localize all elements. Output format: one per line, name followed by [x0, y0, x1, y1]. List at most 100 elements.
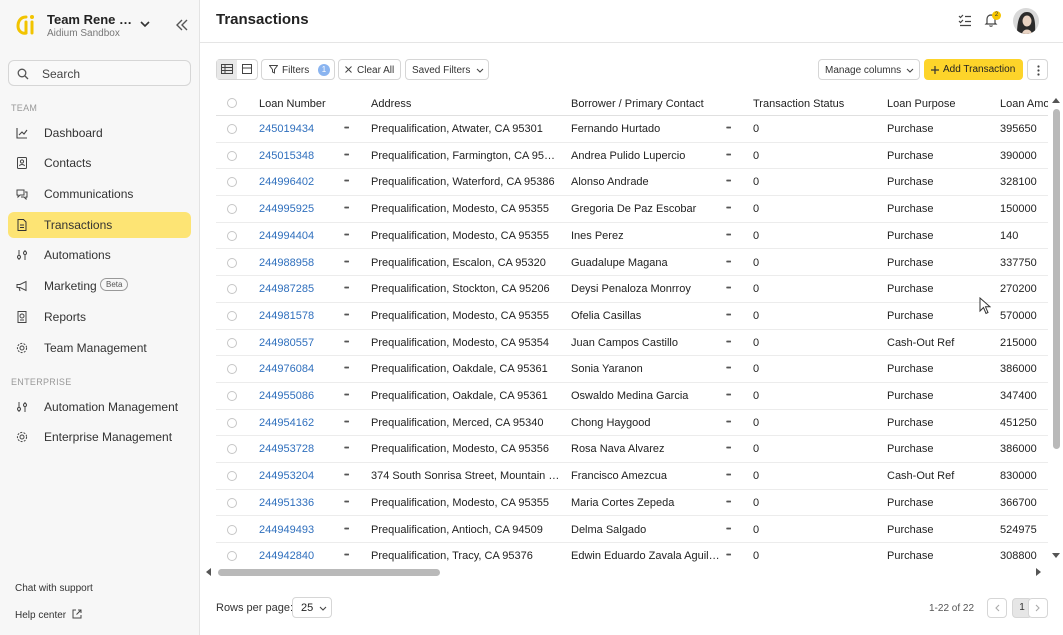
borrower-actions-icon[interactable]: ••• — [726, 552, 731, 559]
row-actions-icon[interactable]: ••• — [344, 205, 349, 212]
loan-number-link[interactable]: 244955086 — [259, 390, 314, 402]
saved-filters-dropdown[interactable]: Saved Filters — [405, 59, 489, 80]
table-row[interactable]: 244976084 ••• Prequalification, Oakdale, C… — [216, 356, 1048, 383]
row-checkbox[interactable] — [227, 230, 237, 241]
manage-columns-dropdown[interactable]: Manage columns — [818, 59, 920, 80]
loan-number-link[interactable]: 244996402 — [259, 176, 314, 188]
table-row[interactable]: 244996402 ••• Prequalification, Waterford,… — [216, 169, 1048, 197]
scroll-down-arrow-icon[interactable] — [1052, 553, 1060, 559]
borrower-actions-icon[interactable]: ••• — [726, 392, 731, 399]
table-row[interactable]: 244953728 ••• Prequalification, Modesto, C… — [216, 436, 1048, 464]
loan-number-link[interactable]: 244995925 — [259, 203, 314, 215]
more-options-button[interactable] — [1027, 59, 1048, 80]
horizontal-scroll-thumb[interactable] — [218, 569, 440, 576]
loan-number-link[interactable]: 244953728 — [259, 443, 314, 455]
card-view-button[interactable] — [237, 60, 257, 79]
table-row[interactable]: 245015348 ••• Prequalification, Farmington… — [216, 143, 1048, 170]
borrower-actions-icon[interactable]: ••• — [726, 125, 731, 132]
table-row[interactable]: 244953204 ••• 374 South Sonrisa Street, Mo… — [216, 463, 1048, 490]
table-row[interactable]: 244942840 ••• Prequalification, Tracy, CA … — [216, 543, 1048, 564]
borrower-actions-icon[interactable]: ••• — [726, 205, 731, 212]
table-row[interactable]: 244987285 ••• Prequalification, Stockton, … — [216, 276, 1048, 303]
row-checkbox[interactable] — [227, 177, 237, 188]
borrower-actions-icon[interactable]: ••• — [726, 312, 731, 319]
chevron-down-icon[interactable] — [138, 17, 152, 31]
column-header-loan-number[interactable]: Loan Number — [259, 98, 326, 110]
scroll-left-arrow-icon[interactable] — [205, 568, 211, 576]
view-toggle[interactable] — [216, 59, 258, 80]
column-header-address[interactable]: Address — [371, 98, 411, 110]
sidebar-item-communications[interactable]: Communications — [8, 181, 191, 207]
loan-number-link[interactable]: 244949493 — [259, 524, 314, 536]
loan-number-link[interactable]: 244981578 — [259, 310, 314, 322]
row-checkbox[interactable] — [227, 497, 237, 508]
rows-per-page-select[interactable]: 25 — [292, 597, 332, 618]
row-checkbox[interactable] — [227, 364, 237, 375]
sidebar-item-marketing[interactable]: Marketing Beta — [8, 273, 191, 299]
row-actions-icon[interactable]: ••• — [344, 339, 349, 346]
row-actions-icon[interactable]: ••• — [344, 499, 349, 506]
borrower-actions-icon[interactable]: ••• — [726, 339, 731, 346]
row-checkbox[interactable] — [227, 444, 237, 455]
sidebar-item-enterprise-management[interactable]: Enterprise Management — [8, 424, 191, 450]
task-list-icon[interactable] — [957, 12, 973, 28]
row-actions-icon[interactable]: ••• — [344, 152, 349, 159]
next-page-button[interactable] — [1028, 598, 1048, 618]
loan-number-link[interactable]: 244988958 — [259, 257, 314, 269]
table-row[interactable]: 244951336 ••• Prequalification, Modesto, C… — [216, 490, 1048, 517]
loan-number-link[interactable]: 244987285 — [259, 283, 314, 295]
table-row[interactable]: 244980557 ••• Prequalification, Modesto, C… — [216, 330, 1048, 357]
column-header-loan-amount[interactable]: Loan Amo — [1000, 98, 1048, 110]
borrower-actions-icon[interactable]: ••• — [726, 232, 731, 239]
row-checkbox[interactable] — [227, 337, 237, 348]
table-view-button[interactable] — [217, 60, 237, 79]
loan-number-link[interactable]: 244976084 — [259, 363, 314, 375]
help-center-link[interactable]: Help center — [15, 609, 82, 621]
row-checkbox[interactable] — [227, 524, 237, 535]
row-checkbox[interactable] — [227, 417, 237, 428]
loan-number-link[interactable]: 244951336 — [259, 497, 314, 509]
sidebar-item-automations[interactable]: Automations — [8, 242, 191, 268]
table-row[interactable]: 244994404 ••• Prequalification, Modesto, C… — [216, 223, 1048, 250]
row-actions-icon[interactable]: ••• — [344, 125, 349, 132]
row-actions-icon[interactable]: ••• — [344, 419, 349, 426]
row-actions-icon[interactable]: ••• — [344, 552, 349, 559]
row-actions-icon[interactable]: ••• — [344, 232, 349, 239]
table-row[interactable]: 244949493 ••• Prequalification, Antioch, C… — [216, 517, 1048, 544]
borrower-actions-icon[interactable]: ••• — [726, 152, 731, 159]
row-checkbox[interactable] — [227, 551, 237, 562]
table-row[interactable]: 244981578 ••• Prequalification, Modesto, C… — [216, 303, 1048, 330]
team-switcher[interactable]: Team Rene C... Aidium Sandbox — [14, 10, 194, 42]
row-checkbox[interactable] — [227, 391, 237, 401]
scroll-up-arrow-icon[interactable] — [1052, 97, 1060, 103]
row-actions-icon[interactable]: ••• — [344, 285, 349, 292]
table-row[interactable]: 244988958 ••• Prequalification, Escalon, C… — [216, 250, 1048, 277]
column-header-transaction-status[interactable]: Transaction Status — [753, 98, 844, 110]
loan-number-link[interactable]: 244954162 — [259, 417, 314, 429]
row-actions-icon[interactable]: ••• — [344, 472, 349, 479]
row-actions-icon[interactable]: ••• — [344, 392, 349, 399]
loan-number-link[interactable]: 244980557 — [259, 337, 314, 349]
prev-page-button[interactable] — [987, 598, 1007, 618]
row-checkbox[interactable] — [227, 471, 237, 482]
select-all-checkbox[interactable] — [227, 98, 237, 108]
horizontal-scrollbar[interactable] — [204, 566, 1044, 578]
loan-number-link[interactable]: 245015348 — [259, 150, 314, 162]
sidebar-item-transactions[interactable]: Transactions — [8, 212, 191, 238]
vertical-scrollbar[interactable] — [1051, 95, 1061, 563]
row-checkbox[interactable] — [227, 124, 237, 134]
row-checkbox[interactable] — [227, 310, 237, 321]
sidebar-item-team-management[interactable]: Team Management — [8, 335, 191, 361]
borrower-actions-icon[interactable]: ••• — [726, 365, 731, 372]
row-actions-icon[interactable]: ••• — [344, 365, 349, 372]
row-actions-icon[interactable]: ••• — [344, 312, 349, 319]
chat-support-link[interactable]: Chat with support — [15, 583, 93, 594]
column-header-borrower[interactable]: Borrower / Primary Contact — [571, 98, 704, 110]
table-row[interactable]: 244954162 ••• Prequalification, Merced, CA… — [216, 410, 1048, 437]
search-box[interactable] — [8, 60, 191, 86]
loan-number-link[interactable]: 244953204 — [259, 470, 314, 482]
row-checkbox[interactable] — [227, 257, 237, 268]
borrower-actions-icon[interactable]: ••• — [726, 526, 731, 533]
borrower-actions-icon[interactable]: ••• — [726, 419, 731, 426]
row-actions-icon[interactable]: ••• — [344, 259, 349, 266]
